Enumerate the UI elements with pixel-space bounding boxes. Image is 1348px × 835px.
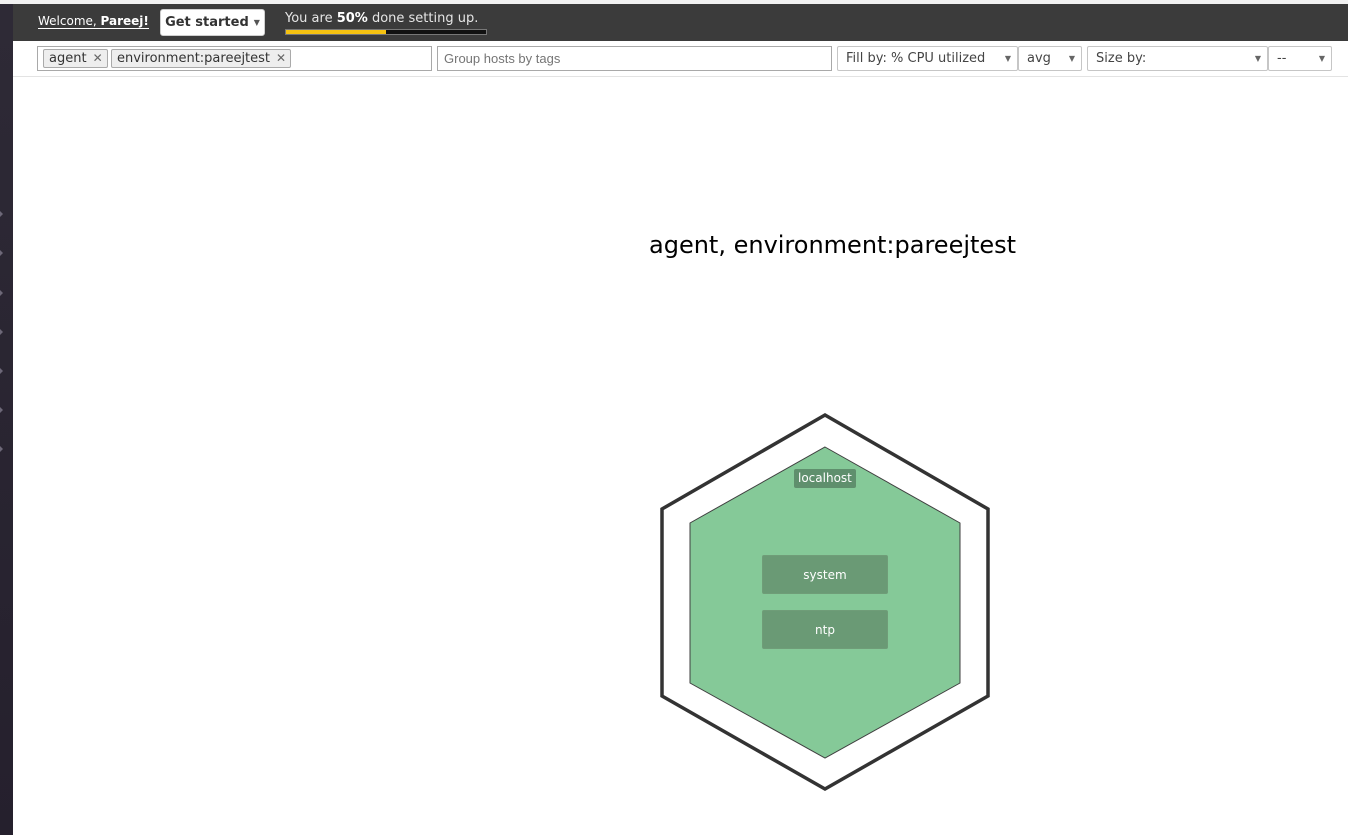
host-group-title: agent, environment:pareejtest <box>649 231 1017 259</box>
host-group-hexagon <box>660 412 990 792</box>
setup-progress-text: You are 50% done setting up. <box>285 11 478 26</box>
filter-tag: agent ✕ <box>43 49 108 68</box>
nav-collapse-icon[interactable] <box>0 407 3 413</box>
host-label-localhost[interactable]: localhost <box>794 469 856 488</box>
size-aggregation-value: -- <box>1277 51 1287 66</box>
app-tile-label: ntp <box>815 622 835 637</box>
app-tile-ntp[interactable]: ntp <box>762 610 888 649</box>
chevron-down-icon: ▼ <box>1318 54 1325 63</box>
filter-tag-label: environment:pareejtest <box>117 51 271 66</box>
nav-collapse-icon[interactable] <box>0 446 3 452</box>
app-tile-label: system <box>803 567 847 582</box>
chevron-down-icon: ▼ <box>1068 54 1075 63</box>
remove-tag-icon[interactable]: ✕ <box>93 50 103 67</box>
filter-tag: environment:pareejtest ✕ <box>111 49 292 68</box>
nav-collapse-icon[interactable] <box>0 290 3 296</box>
left-nav-strip <box>0 0 13 835</box>
nav-collapse-icon[interactable] <box>0 250 3 256</box>
size-by-select[interactable]: Size by: ▼ <box>1087 46 1268 71</box>
chevron-down-icon: ▼ <box>1254 54 1261 63</box>
filter-tags-input[interactable]: agent ✕ environment:pareejtest ✕ <box>37 46 432 71</box>
remove-tag-icon[interactable]: ✕ <box>276 50 286 67</box>
user-name: Pareej! <box>100 14 149 28</box>
fill-aggregation-value: avg <box>1027 51 1051 66</box>
progress-percent: 50% <box>336 11 368 26</box>
app-tile-system[interactable]: system <box>762 555 888 594</box>
onboarding-bar: Welcome, Pareej! Get started ▼ You are 5… <box>13 4 1348 41</box>
nav-collapse-icon[interactable] <box>0 211 3 217</box>
filter-tag-label: agent <box>49 51 87 66</box>
host-map-filter-bar: agent ✕ environment:pareejtest ✕ Fill by… <box>13 41 1348 77</box>
progress-suffix: done setting up. <box>367 11 479 26</box>
get-started-label: Get started <box>165 15 249 30</box>
chevron-down-icon: ▼ <box>1004 54 1011 63</box>
size-aggregation-select[interactable]: -- ▼ <box>1268 46 1332 71</box>
fill-by-value: Fill by: % CPU utilized <box>846 51 986 66</box>
progress-prefix: You are <box>285 11 337 26</box>
caret-down-icon: ▼ <box>253 18 260 27</box>
fill-by-select[interactable]: Fill by: % CPU utilized ▼ <box>837 46 1018 71</box>
fill-aggregation-select[interactable]: avg ▼ <box>1018 46 1082 71</box>
setup-progress-fill <box>286 30 386 34</box>
nav-collapse-icon[interactable] <box>0 329 3 335</box>
get-started-button[interactable]: Get started ▼ <box>160 9 265 36</box>
group-by-tags-input[interactable] <box>437 46 832 71</box>
welcome-message[interactable]: Welcome, Pareej! <box>38 14 149 29</box>
welcome-prefix: Welcome, <box>38 14 101 28</box>
setup-progress-bar <box>285 29 487 35</box>
nav-collapse-icon[interactable] <box>0 368 3 374</box>
size-by-value: Size by: <box>1096 51 1147 66</box>
